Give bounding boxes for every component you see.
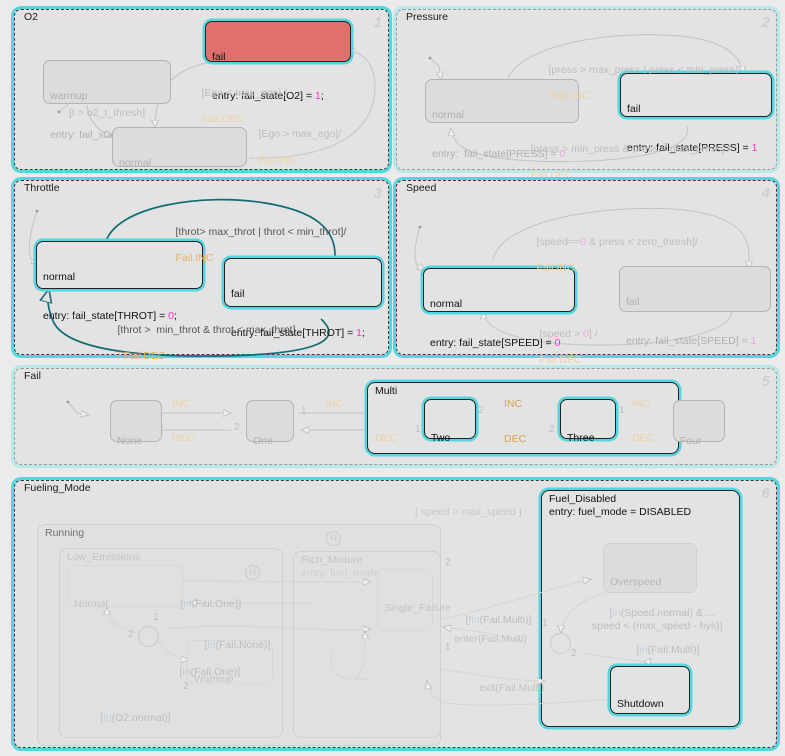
- state-name: Four: [680, 435, 702, 447]
- port-num-running-2b: 2: [445, 557, 451, 568]
- label-fail-dec-4: DEC: [632, 432, 655, 444]
- state-fueling-single-failure[interactable]: Single_Failure: [377, 569, 452, 631]
- chart-fueling-number: 6: [761, 485, 770, 502]
- label-fueling-t10: [in(Fail.Multi)]: [636, 644, 700, 656]
- label-fail-inc-2: INC: [325, 398, 344, 410]
- chart-throttle-number: 3: [373, 185, 382, 202]
- stateflow-debug-canvas: O2 1 warmup entry: fail_state[O2] = 1; n…: [0, 0, 785, 756]
- state-fail-four[interactable]: Four: [673, 400, 725, 447]
- chart-o2[interactable]: O2 1 warmup entry: fail_state[O2] = 1; n…: [14, 9, 389, 208]
- chart-fueling-mode[interactable]: Fueling_Mode 6 Running H Low_Emissions e…: [14, 480, 777, 748]
- label-throttle-t1: [throt> max_throt | throt < min_throt]/ …: [175, 226, 347, 264]
- port-num-one-1: 1: [301, 406, 307, 417]
- label-fail-inc-4: INC: [632, 398, 651, 410]
- chart-fueling-title: Fueling_Mode: [22, 482, 93, 494]
- chart-speed-number: 4: [761, 185, 770, 202]
- label-pressure-t1: [press > max_press | press < min_press] …: [548, 64, 738, 102]
- chart-pressure-number: 2: [761, 14, 770, 31]
- port-num-running-1: 1: [445, 642, 451, 653]
- chart-speed-title: Speed: [404, 182, 439, 194]
- chart-throttle[interactable]: Throttle 3 normal entry: fail_state[THRO…: [14, 180, 389, 362]
- label-o2-t3: [Ego > max_ego]/ Fail.INC: [258, 128, 342, 166]
- superstate-fuel-disabled-title: Fuel_Disabled: [549, 493, 617, 505]
- port-num-three-2: 2: [549, 424, 555, 435]
- label-fueling-t4: [in(O2.normal)]: [100, 712, 171, 724]
- chart-throttle-title: Throttle: [22, 182, 62, 194]
- state-fueling-shutdown[interactable]: Shutdown: [610, 666, 690, 714]
- junction-low-emissions[interactable]: [138, 626, 159, 647]
- history-junction-running[interactable]: H: [326, 531, 341, 546]
- chart-fail[interactable]: Fail 5 None One Multi Two Three Four INC…: [14, 368, 777, 465]
- chart-o2-title: O2: [22, 11, 41, 23]
- state-name: normal: [430, 298, 463, 310]
- junction-fuel-disabled[interactable]: [550, 633, 571, 654]
- superstate-fuel-disabled-entry: entry: fuel_mode = DISABLED: [549, 506, 692, 518]
- port-num-one-2: 2: [234, 422, 240, 433]
- port-num-two-1: 1: [415, 424, 421, 435]
- state-name: Overspeed: [610, 576, 662, 588]
- port-num-three-1: 1: [619, 405, 625, 416]
- state-name: Shutdown: [617, 698, 664, 710]
- chart-fail-number: 5: [761, 373, 770, 390]
- state-fail-one[interactable]: One: [246, 400, 294, 447]
- label-fail-inc-1: INC: [172, 398, 191, 410]
- state-name: fail: [231, 288, 245, 300]
- state-o2-warmup[interactable]: warmup entry: fail_state[O2] = 1;: [43, 60, 171, 141]
- junction-num-1a: 1: [153, 612, 159, 623]
- state-name: fail: [626, 296, 640, 308]
- chart-pressure-title: Pressure: [404, 11, 451, 23]
- state-fail-three[interactable]: Three: [560, 399, 616, 444]
- state-name: Normal: [74, 598, 108, 610]
- chart-o2-number: 1: [373, 14, 382, 31]
- subchart-multi-title: Multi: [375, 385, 398, 397]
- state-name: None: [117, 435, 143, 447]
- label-fueling-t1: [in(Fail.One)]: [180, 598, 242, 610]
- state-entry: entry: fail_state[SPEED] = 1: [626, 335, 757, 347]
- port-num-two-2: 2: [478, 405, 484, 416]
- state-fueling-overspeed[interactable]: Overspeed: [603, 543, 697, 593]
- superstate-rich-mixture-title: Rich_Mixture: [301, 554, 363, 566]
- label-fail-inc-3: INC: [504, 398, 523, 410]
- state-name: normal: [119, 157, 152, 169]
- state-o2-fail[interactable]: fail entry: fail_state[O2] = 1;: [205, 21, 351, 102]
- junction-num-2a: 2: [128, 629, 134, 640]
- state-name: warmup: [50, 90, 88, 102]
- state-fail-none[interactable]: None: [110, 400, 162, 447]
- chart-fail-title: Fail: [22, 370, 43, 382]
- state-fail-two[interactable]: Two: [424, 399, 476, 444]
- label-o2-t1: [t > o2_t_thresh]: [69, 107, 146, 119]
- label-fueling-t3: [in(Fail.One)]: [179, 666, 241, 678]
- label-fail-dec-2: DEC: [375, 432, 398, 444]
- junction-num-2b: 2: [571, 648, 577, 659]
- state-name: fail: [212, 51, 226, 63]
- superstate-running-title: Running: [45, 527, 85, 539]
- label-speed-t1: [speed==0 & press < zero_thresh]/ Fail.I…: [536, 236, 698, 274]
- state-name: Two: [431, 432, 451, 444]
- chart-pressure[interactable]: Pressure 2 normal entry: fail_state[PRES…: [396, 9, 777, 181]
- state-name: Three: [567, 432, 595, 444]
- state-name: One: [253, 435, 273, 447]
- label-fueling-t8: exit(Fail.Multi): [479, 682, 545, 694]
- history-junction-low-emissions[interactable]: H: [245, 565, 260, 580]
- label-fail-dec-1: DEC: [172, 432, 195, 444]
- label-throttle-t2: [throt > min_throt & throt < max_throt] …: [117, 324, 296, 362]
- label-fail-dec-3: DEC: [504, 433, 527, 445]
- label-fueling-t5: [ speed > max_speed ]: [415, 506, 522, 518]
- junction-num-1b: 1: [542, 618, 548, 629]
- state-name: Single_Failure: [384, 602, 452, 614]
- chart-speed[interactable]: Speed 4 normal entry: fail_state[SPEED] …: [396, 180, 777, 366]
- superstate-low-emissions-title: Low_Emissions: [67, 551, 140, 563]
- label-fueling-t7: enter(Fail.Multi): [454, 633, 527, 645]
